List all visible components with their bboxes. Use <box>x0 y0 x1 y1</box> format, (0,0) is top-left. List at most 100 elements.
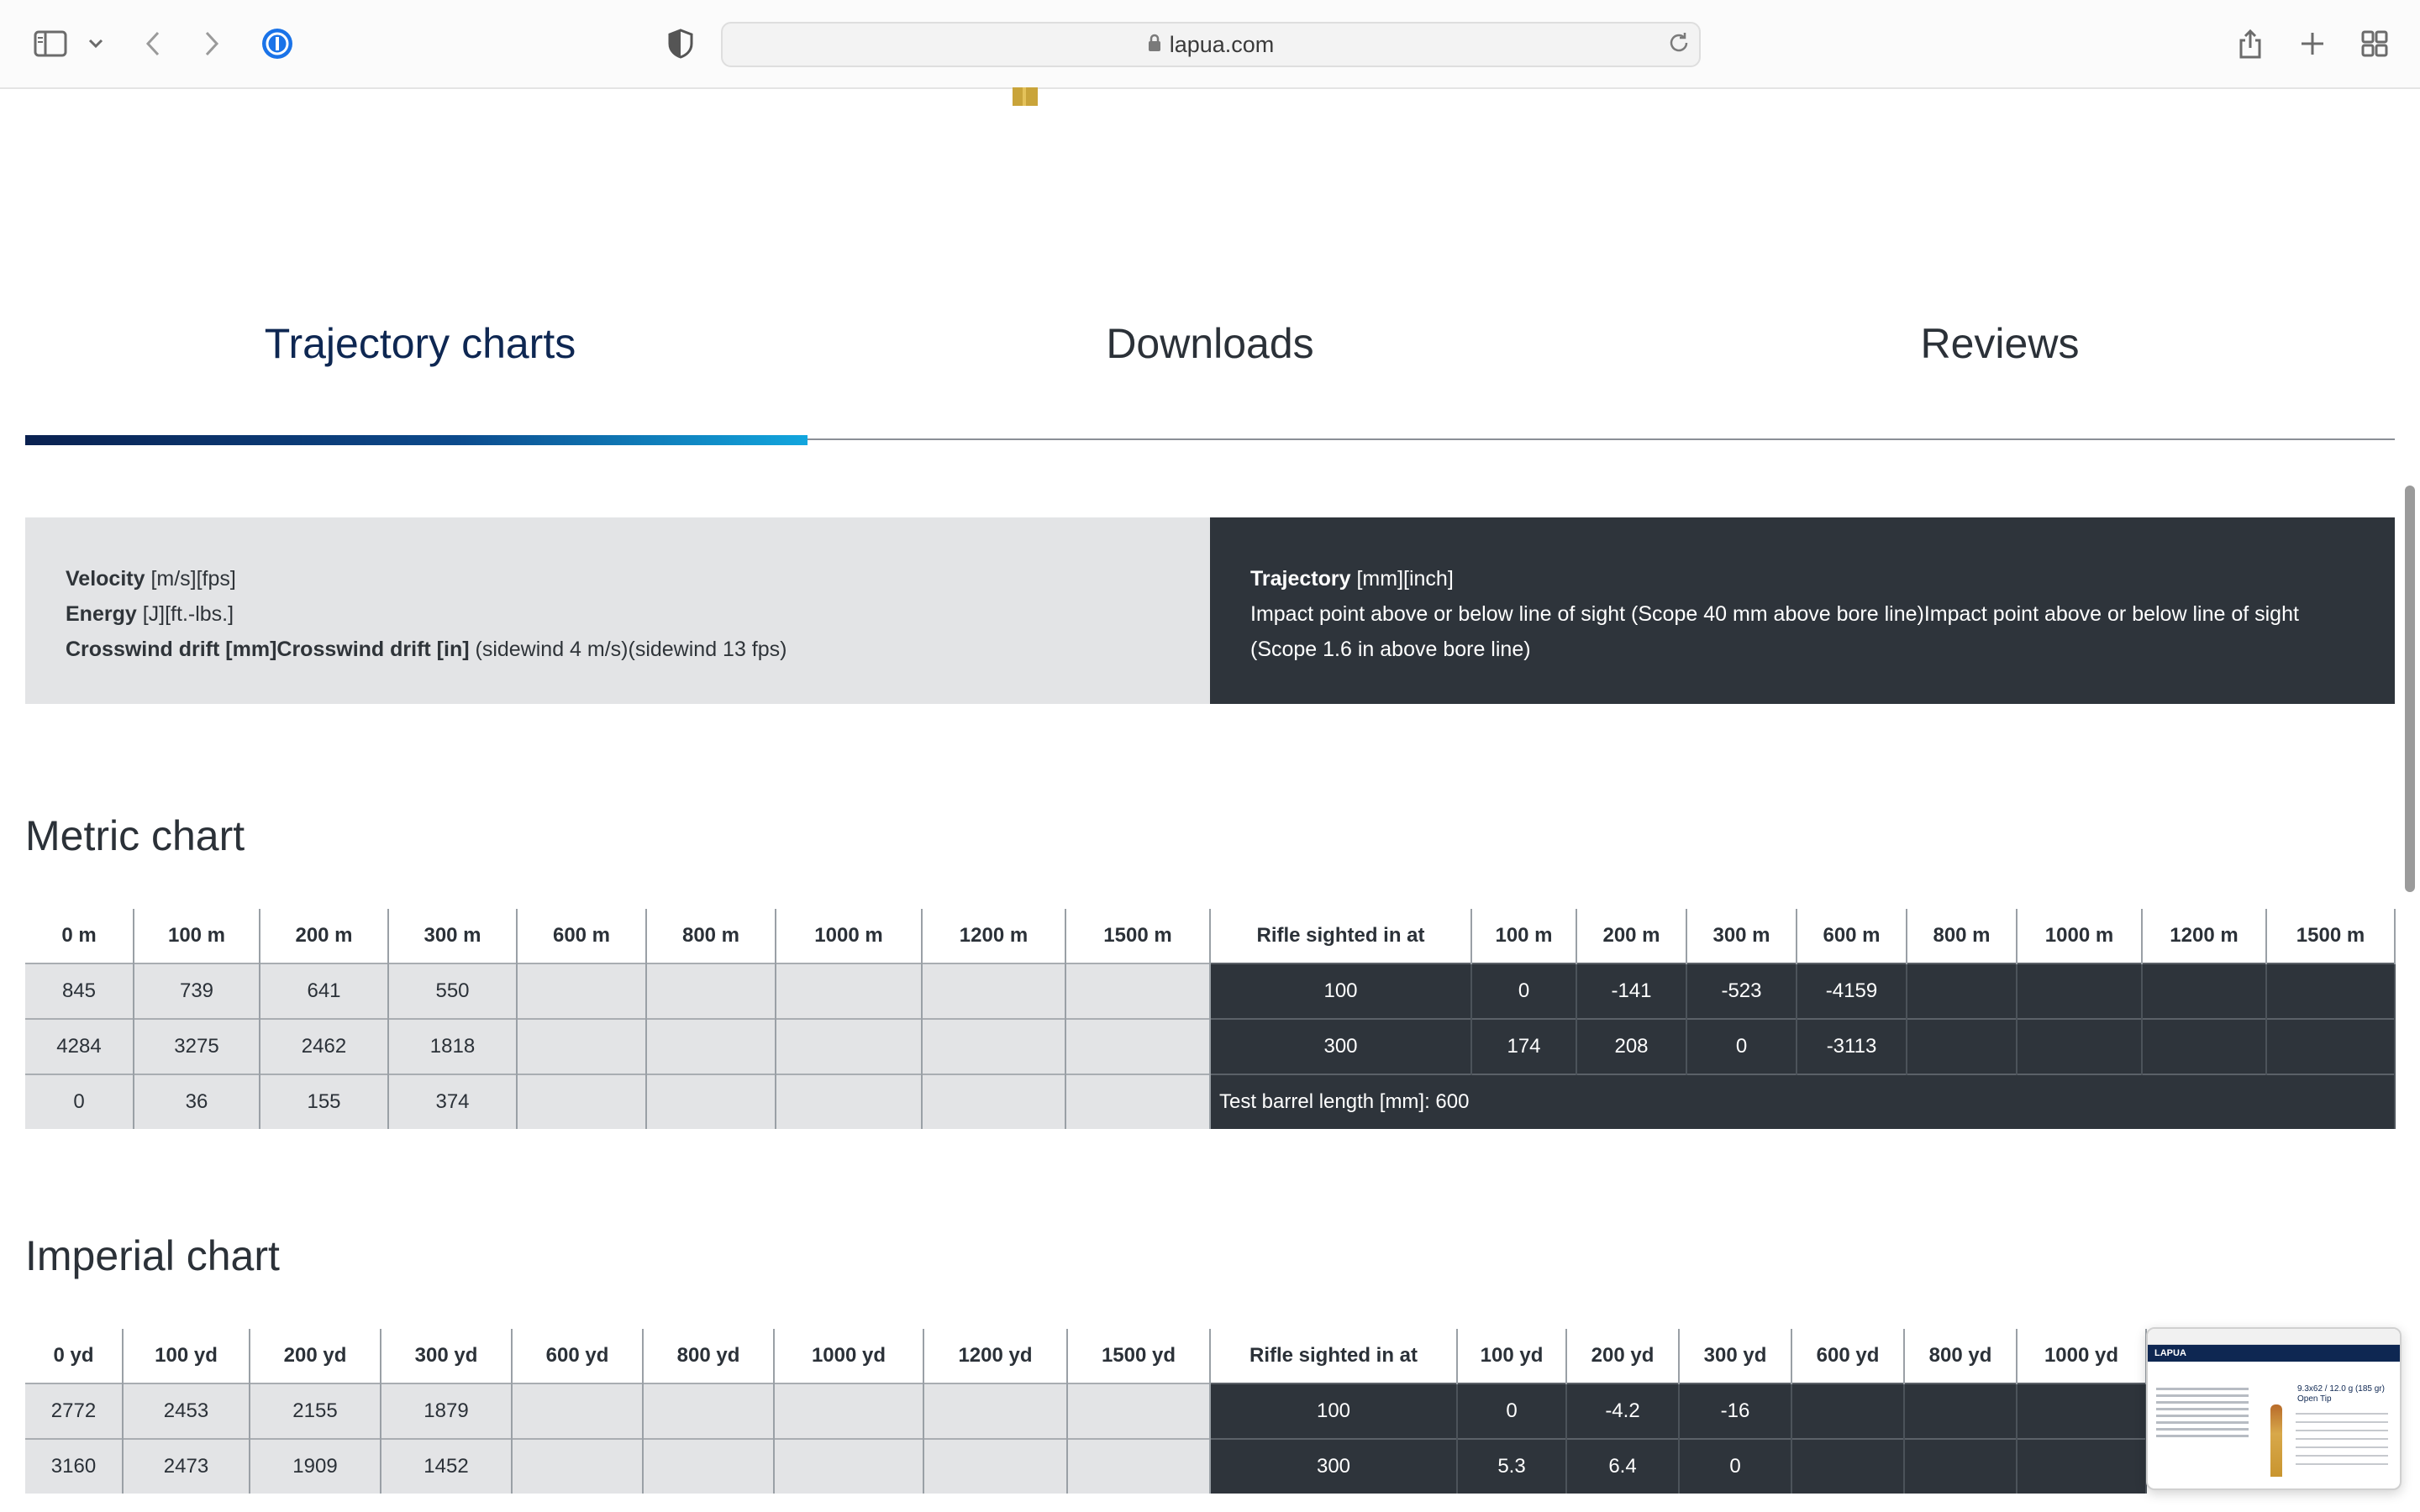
table-cell: 208 <box>1576 1018 1687 1074</box>
table-cell: -16 <box>1679 1383 1792 1439</box>
table-cell: 5.3 <box>1457 1438 1567 1494</box>
table-cell <box>2017 963 2143 1019</box>
table-cell <box>2142 963 2267 1019</box>
address-bar[interactable]: lapua.com <box>721 22 1701 67</box>
table-cell <box>517 1074 647 1129</box>
sighted-in-header: Rifle sighted in at <box>1210 1329 1458 1383</box>
forward-icon[interactable] <box>192 24 232 64</box>
column-header: 600 m <box>1797 909 1907 963</box>
column-header: 0 m <box>25 909 134 963</box>
trajectory-label: Trajectory <box>1250 567 1351 591</box>
cartridge-image <box>2270 1404 2282 1477</box>
table-cell: 641 <box>260 963 389 1019</box>
imperial-chart-title: Imperial chart <box>25 1232 280 1279</box>
page-scrollbar[interactable] <box>2405 486 2415 892</box>
column-header: 200 m <box>1576 909 1687 963</box>
table-cell: 2772 <box>25 1383 124 1439</box>
table-cell <box>2017 1018 2143 1074</box>
table-cell <box>2266 963 2396 1019</box>
table-cell <box>774 1438 924 1494</box>
table-cell: -4.2 <box>1566 1383 1680 1439</box>
column-header: 1500 m <box>2266 909 2396 963</box>
table-cell <box>923 1438 1068 1494</box>
table-cell: -3113 <box>1797 1018 1907 1074</box>
trajectory-legend: Trajectory [mm][inch] Impact point above… <box>1210 517 2395 704</box>
column-header: 300 m <box>1686 909 1797 963</box>
tab-trajectory-charts[interactable]: Trajectory charts <box>25 319 815 368</box>
table-row: 3160 2473 1909 1452 300 5.3 6.4 0 <box>25 1438 2147 1494</box>
tab-downloads[interactable]: Downloads <box>815 319 1605 368</box>
column-header: 600 yd <box>512 1329 644 1383</box>
page-thumbnail-preview[interactable]: LAPUA 9.3x62 / 12.0 g (185 gr) Open Tip <box>2146 1327 2402 1490</box>
table-cell <box>1791 1438 1905 1494</box>
column-header: 100 m <box>1471 909 1577 963</box>
back-icon[interactable] <box>133 24 173 64</box>
table-cell <box>776 1018 923 1074</box>
velocity-label: Velocity <box>66 567 145 591</box>
sidebar-icon[interactable] <box>30 24 71 64</box>
table-cell: 0 <box>25 1074 134 1129</box>
column-header: 200 yd <box>1566 1329 1680 1383</box>
column-header: 200 yd <box>250 1329 381 1383</box>
column-header: 1000 m <box>776 909 923 963</box>
table-cell <box>646 1018 776 1074</box>
table-cell: 1452 <box>381 1438 513 1494</box>
column-header: 1200 yd <box>923 1329 1068 1383</box>
table-row: 2772 2453 2155 1879 100 0 -4.2 -16 <box>25 1383 2147 1439</box>
new-tab-icon[interactable] <box>2292 24 2333 64</box>
table-cell: 174 <box>1471 1018 1577 1074</box>
table-cell <box>517 1018 647 1074</box>
tab-overview-icon[interactable] <box>2354 24 2395 64</box>
table-cell <box>646 963 776 1019</box>
table-cell: 0 <box>1457 1383 1567 1439</box>
sighted-in-cell: 300 <box>1210 1018 1472 1074</box>
table-cell <box>923 1383 1068 1439</box>
table-cell <box>643 1383 775 1439</box>
table-cell <box>517 963 647 1019</box>
table-cell: 550 <box>388 963 518 1019</box>
table-cell <box>774 1383 924 1439</box>
table-cell: 739 <box>134 963 260 1019</box>
tab-active-indicator <box>25 435 808 445</box>
chevron-down-icon[interactable] <box>76 24 116 64</box>
password-manager-icon[interactable] <box>257 24 297 64</box>
reload-icon[interactable] <box>1667 31 1691 60</box>
table-cell <box>2017 1383 2147 1439</box>
table-cell <box>643 1438 775 1494</box>
table-cell <box>1065 963 1211 1019</box>
column-header: 1500 m <box>1065 909 1211 963</box>
column-header: 800 m <box>646 909 776 963</box>
table-cell <box>776 963 923 1019</box>
table-cell: 1818 <box>388 1018 518 1074</box>
share-icon[interactable] <box>2230 24 2270 64</box>
column-header: 800 m <box>1907 909 2018 963</box>
drift-note: (sidewind 4 m/s)(sidewind 13 fps) <box>475 638 787 661</box>
table-cell <box>512 1383 644 1439</box>
table-cell <box>1907 1018 2018 1074</box>
column-header: 300 yd <box>381 1329 513 1383</box>
column-header: 1000 yd <box>2017 1329 2147 1383</box>
sighted-in-header: Rifle sighted in at <box>1210 909 1472 963</box>
thumbnail-spec-lines <box>2296 1413 2388 1472</box>
table-cell <box>1904 1383 2018 1439</box>
privacy-shield-icon[interactable] <box>660 24 701 64</box>
table-cell: 4284 <box>25 1018 134 1074</box>
column-header: 1500 yd <box>1067 1329 1211 1383</box>
table-cell <box>922 963 1066 1019</box>
table-cell <box>1067 1438 1211 1494</box>
thumbnail-logo: LAPUA <box>2154 1348 2186 1358</box>
column-header: 800 yd <box>1904 1329 2018 1383</box>
column-header: 300 yd <box>1679 1329 1792 1383</box>
tab-reviews[interactable]: Reviews <box>1605 319 2395 368</box>
column-header: 1000 m <box>2017 909 2143 963</box>
table-cell <box>1907 963 2018 1019</box>
table-cell: 374 <box>388 1074 518 1129</box>
table-cell: 3275 <box>134 1018 260 1074</box>
column-header: 1200 m <box>922 909 1066 963</box>
browser-toolbar: lapua.com <box>0 0 2420 89</box>
table-cell: 1909 <box>250 1438 381 1494</box>
product-tabs: Trajectory charts Downloads Reviews <box>25 319 2395 450</box>
table-row: 4284 3275 2462 1818 300 174 208 0 -3113 <box>25 1018 2396 1074</box>
table-cell: 1879 <box>381 1383 513 1439</box>
table-cell: 845 <box>25 963 134 1019</box>
